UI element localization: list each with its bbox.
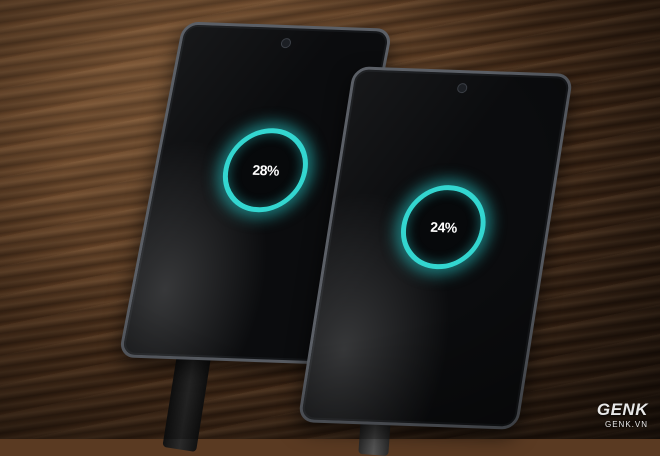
watermark-logo: GENK: [596, 400, 648, 419]
watermark: GENK GENK.VN: [597, 400, 648, 429]
charge-percentage: 24%: [429, 218, 457, 236]
charge-percentage: 28%: [251, 161, 280, 179]
watermark-domain: GENK.VN: [604, 420, 648, 429]
